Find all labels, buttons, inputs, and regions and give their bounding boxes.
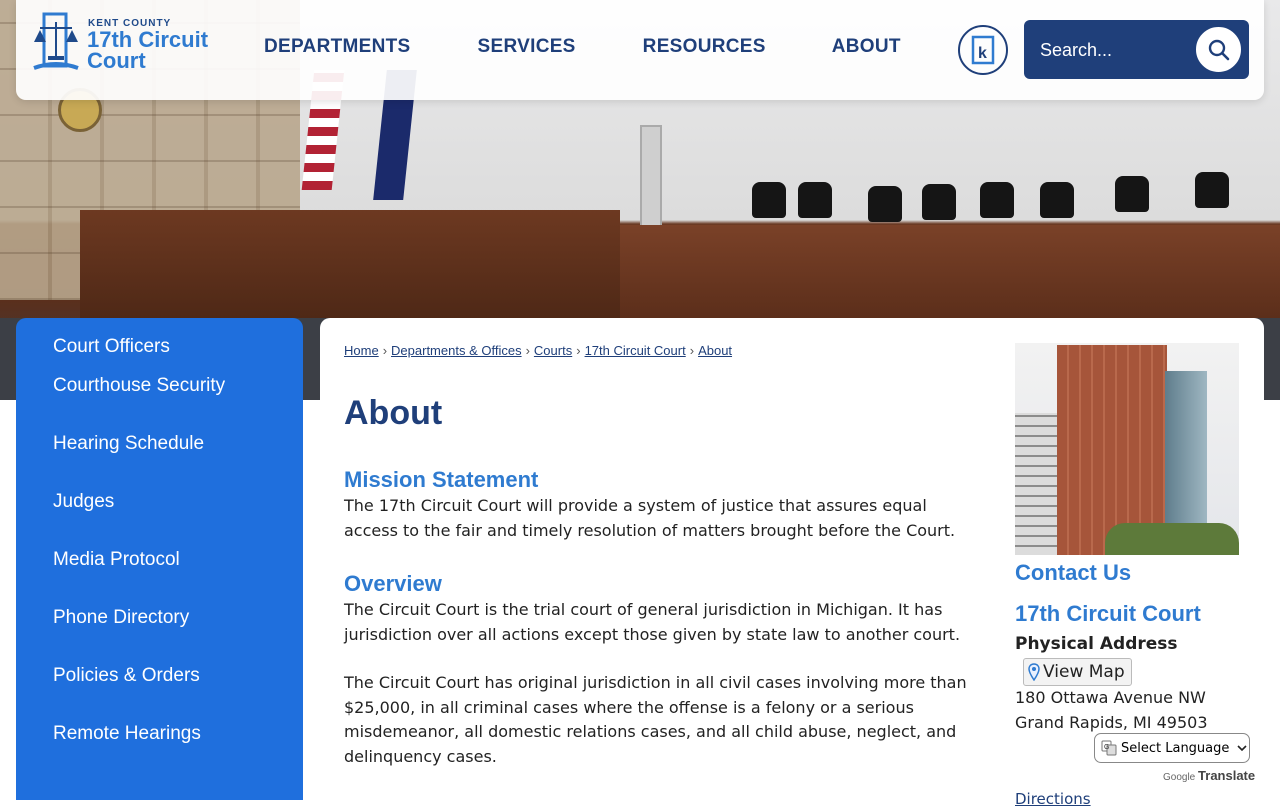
overview-heading: Overview <box>344 571 442 596</box>
sidebar-item-courthouse-security[interactable]: Courthouse Security <box>16 375 303 433</box>
address-line-1: 180 Ottawa Avenue NW <box>1015 688 1206 707</box>
breadcrumb-departments[interactable]: Departments & Offices <box>391 343 522 358</box>
directions-link[interactable]: Directions <box>1015 790 1091 808</box>
search-box <box>1024 20 1249 79</box>
google-wordmark: Google <box>1163 772 1196 783</box>
contact-heading: Contact Us <box>1015 560 1132 585</box>
search-icon <box>1208 39 1229 60</box>
page-title: About <box>344 394 443 432</box>
kent-county-home-icon[interactable]: k <box>958 25 1008 75</box>
breadcrumb-about[interactable]: About <box>698 343 732 358</box>
view-map-button[interactable]: View Map <box>1023 658 1132 686</box>
breadcrumb-courts[interactable]: Courts <box>534 343 572 358</box>
mission-heading: Mission Statement <box>344 467 539 492</box>
search-button[interactable] <box>1194 25 1243 74</box>
scales-of-justice-icon <box>33 12 79 70</box>
chevron-down-icon <box>1237 745 1247 752</box>
map-pin-icon <box>1028 663 1040 681</box>
nav-resources[interactable]: RESOURCES <box>643 36 766 58</box>
language-select-label: Select Language <box>1121 740 1230 756</box>
nav-departments[interactable]: DEPARTMENTS <box>264 36 411 58</box>
site-header: KENT COUNTY 17th Circuit Court DEPARTMEN… <box>16 0 1264 100</box>
breadcrumb: Home › Departments & Offices › Courts › 17th C… <box>344 343 733 358</box>
mission-text: The 17th Circuit Court will provide a sy… <box>344 496 956 540</box>
sidebar-item-media-protocol[interactable]: Media Protocol <box>16 549 303 607</box>
address-line-2: Grand Rapids, MI 49503 <box>1015 713 1208 732</box>
nav-about[interactable]: ABOUT <box>832 36 901 58</box>
sidebar-item-remote-hearings[interactable]: Remote Hearings <box>16 723 303 781</box>
main-nav: DEPARTMENTS SERVICES RESOURCES ABOUT <box>264 36 901 58</box>
search-input[interactable] <box>1038 34 1192 66</box>
overview-paragraph-2: The Circuit Court has original jurisdict… <box>344 673 967 766</box>
translate-wordmark: Translate <box>1198 768 1256 783</box>
site-logo[interactable]: KENT COUNTY 17th Circuit Court <box>30 10 220 80</box>
sidebar-item-phone-directory[interactable]: Phone Directory <box>16 607 303 665</box>
powered-by-google: Google Translate <box>1163 768 1255 783</box>
sidebar-item-hearing-schedule[interactable]: Hearing Schedule <box>16 433 303 491</box>
svg-text:k: k <box>978 45 987 62</box>
physical-address-label: Physical Address <box>1015 634 1178 654</box>
courthouse-building-image <box>1015 343 1239 555</box>
nav-services[interactable]: SERVICES <box>478 36 576 58</box>
contact-court-name: 17th Circuit Court <box>1015 601 1201 626</box>
sidebar-nav: Court Officers Courthouse Security Heari… <box>16 318 303 800</box>
sidebar-item-policies-orders[interactable]: Policies & Orders <box>16 665 303 723</box>
main-content: Home › Departments & Offices › Courts › 17th C… <box>320 318 1264 808</box>
view-map-label: View Map <box>1043 662 1125 682</box>
sidebar-item-judges[interactable]: Judges <box>16 491 303 549</box>
google-translate-icon: G <box>1101 740 1117 756</box>
svg-text:G: G <box>1104 744 1109 751</box>
breadcrumb-home[interactable]: Home <box>344 343 379 358</box>
breadcrumb-circuit-court[interactable]: 17th Circuit Court <box>585 343 686 358</box>
sidebar-item-court-officers[interactable]: Court Officers <box>16 318 303 375</box>
overview-paragraph-1: The Circuit Court is the trial court of … <box>344 600 961 644</box>
logo-name-line2: Court <box>87 48 146 73</box>
language-select[interactable]: G Select Language <box>1094 733 1250 763</box>
